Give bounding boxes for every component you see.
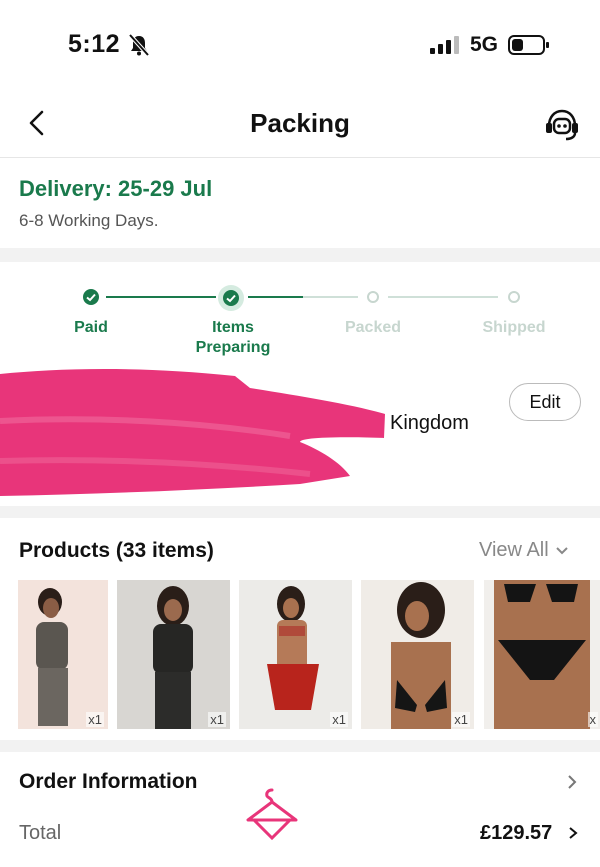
status-bar: 5:12 5G	[0, 0, 600, 88]
chevron-right-icon	[568, 775, 577, 789]
product-qty: x1	[452, 712, 470, 727]
progress-track-done	[106, 296, 216, 298]
edit-address-button[interactable]: Edit	[509, 383, 581, 421]
progress-track-pending	[388, 296, 498, 298]
check-icon	[223, 290, 239, 306]
step-shipped: Shipped	[482, 319, 546, 336]
product-thumbnail[interactable]: x1	[18, 580, 108, 729]
customer-service-button[interactable]	[543, 106, 581, 144]
progress-track-current	[248, 296, 303, 298]
product-qty: x1	[330, 712, 348, 727]
chevron-right-icon	[569, 827, 578, 839]
product-thumbnail[interactable]: x1	[239, 580, 352, 729]
nav-bar: Packing	[0, 88, 600, 158]
product-qty: x	[587, 712, 598, 727]
step-pending-dot	[367, 291, 379, 303]
bell-slash-icon	[128, 33, 150, 62]
status-time: 5:12	[68, 30, 121, 58]
product-qty: x1	[86, 712, 104, 727]
page-title: Packing	[250, 108, 350, 138]
order-information-section[interactable]: Order Information Total £129.57	[0, 752, 600, 867]
delivery-date: Delivery: 25-29 Jul	[19, 176, 213, 201]
progress-track-pending	[303, 296, 358, 298]
shipping-address: Kingdom	[390, 412, 469, 434]
order-information-title: Order Information	[19, 770, 198, 793]
total-label: Total	[19, 822, 62, 844]
battery-icon	[508, 35, 550, 60]
product-qty: x1	[208, 712, 226, 727]
chevron-down-icon	[555, 546, 568, 554]
product-thumbnail[interactable]: x1	[361, 580, 474, 729]
products-section: Products (33 items) View All x1 x1 x1 x1…	[0, 518, 600, 740]
total-value: £129.57	[480, 822, 553, 844]
step-pending-dot	[508, 291, 520, 303]
order-progress-section: Paid Items Preparing Packed Shipped Kingd…	[0, 262, 600, 506]
product-thumbnail[interactable]: x	[484, 580, 600, 729]
step-items-preparing: Items Preparing	[195, 319, 271, 356]
hanger-logo-icon	[246, 788, 298, 841]
step-paid: Paid	[74, 319, 108, 336]
view-all-label: View All	[479, 539, 549, 561]
delivery-section: Delivery: 25-29 Jul 6-8 Working Days.	[0, 158, 600, 248]
view-all-button[interactable]: View All	[479, 539, 569, 562]
signal-icon	[430, 36, 462, 59]
customer-service-icon	[546, 109, 578, 141]
network-label: 5G	[470, 33, 499, 56]
check-icon	[83, 289, 99, 305]
delivery-duration: 6-8 Working Days.	[19, 211, 159, 230]
step-packed: Packed	[344, 319, 402, 336]
products-title: Products (33 items)	[19, 539, 214, 562]
product-thumbnail[interactable]: x1	[117, 580, 230, 729]
redaction-scribble	[0, 369, 385, 496]
